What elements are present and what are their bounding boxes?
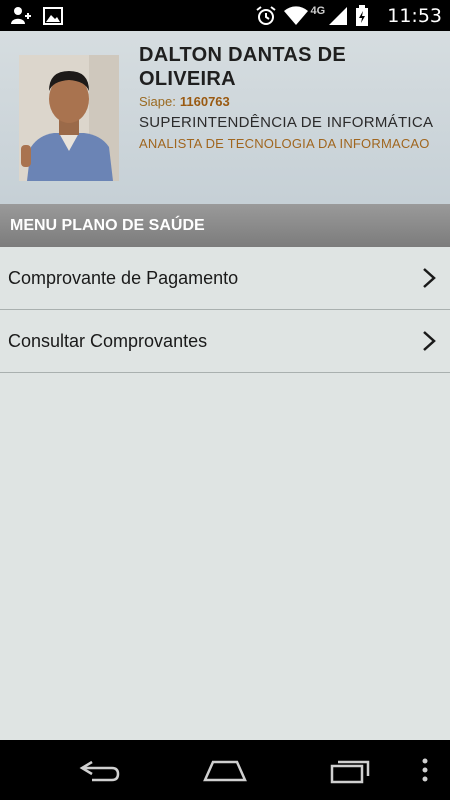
profile-department: SUPERINTENDÊNCIA DE INFORMÁTICA (139, 114, 434, 131)
siape-row: Siape: 1160763 (139, 94, 439, 109)
menu-item-comprovante-pagamento[interactable]: Comprovante de Pagamento (0, 247, 450, 310)
overflow-menu-icon[interactable] (418, 754, 432, 786)
home-icon[interactable] (201, 754, 249, 786)
chevron-right-icon (423, 331, 436, 351)
menu-item-label: Comprovante de Pagamento (8, 267, 239, 288)
recent-apps-icon[interactable] (328, 754, 374, 786)
add-contact-icon (10, 5, 32, 27)
wifi-icon (283, 5, 308, 27)
signal-icon (327, 5, 349, 27)
status-clock: 11:53 (387, 4, 442, 27)
siape-label: Siape: (139, 94, 176, 109)
menu-item-label: Consultar Comprovantes (8, 330, 208, 351)
image-icon (42, 5, 64, 27)
navigation-bar (0, 740, 450, 800)
chevron-right-icon (423, 268, 436, 288)
menu-list: Comprovante de Pagamento Consultar Compr… (0, 247, 450, 373)
siape-number: 1160763 (179, 94, 230, 109)
status-bar: 4G 11:53 (0, 0, 450, 31)
network-type-label: 4G (310, 4, 326, 17)
profile-name: DALTON DANTAS DE OLIVEIRA (139, 44, 347, 90)
back-icon[interactable] (78, 754, 122, 786)
profile-photo (19, 55, 119, 181)
battery-icon (355, 4, 377, 27)
alarm-icon (255, 5, 277, 27)
menu-section-header: MENU PLANO DE SAÚDE (0, 204, 450, 247)
profile-header: DALTON DANTAS DE OLIVEIRA Siape: 1160763 … (0, 31, 450, 204)
menu-item-consultar-comprovantes[interactable]: Consultar Comprovantes (0, 310, 450, 373)
profile-role: ANALISTA DE TECNOLOGIA DA INFORMACAO (139, 136, 430, 151)
